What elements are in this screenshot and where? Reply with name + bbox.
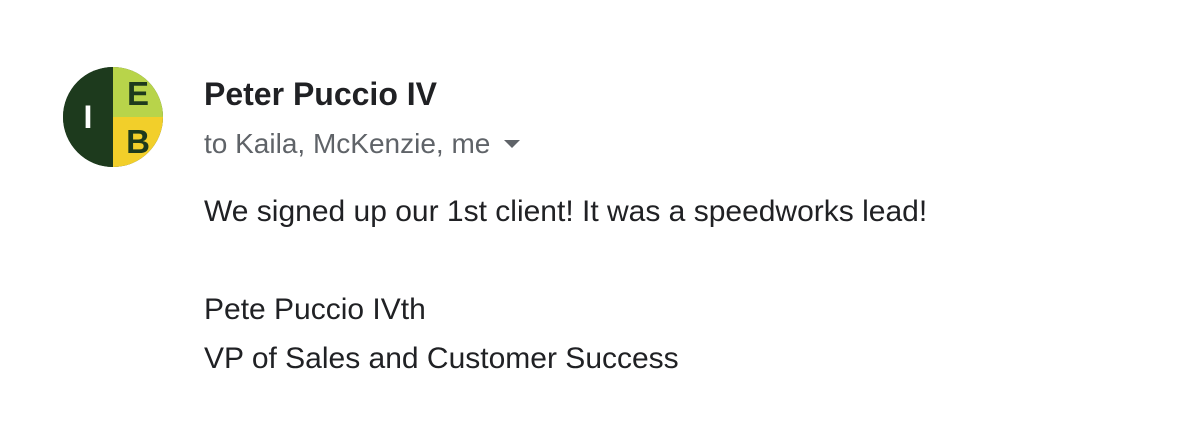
email-message: I E B Peter Puccio IV to Kaila, McKenzie… xyxy=(0,0,1200,425)
signature-name: Pete Puccio IVth xyxy=(204,293,426,326)
recipients-text: to Kaila, McKenzie, me xyxy=(204,128,491,159)
message-body: We signed up our 1st client! It was a sp… xyxy=(204,195,928,228)
avatar-letter-b: B xyxy=(126,123,150,160)
signature-title: VP of Sales and Customer Success xyxy=(204,342,679,375)
avatar-letter-e: E xyxy=(126,75,149,112)
caret-down-icon[interactable] xyxy=(504,140,521,148)
recipients-dropdown[interactable]: to Kaila, McKenzie, me xyxy=(204,126,521,162)
sender-avatar[interactable]: I E B xyxy=(63,67,163,167)
avatar-letter-i: I xyxy=(83,99,93,135)
sender-name[interactable]: Peter Puccio IV xyxy=(204,76,437,113)
